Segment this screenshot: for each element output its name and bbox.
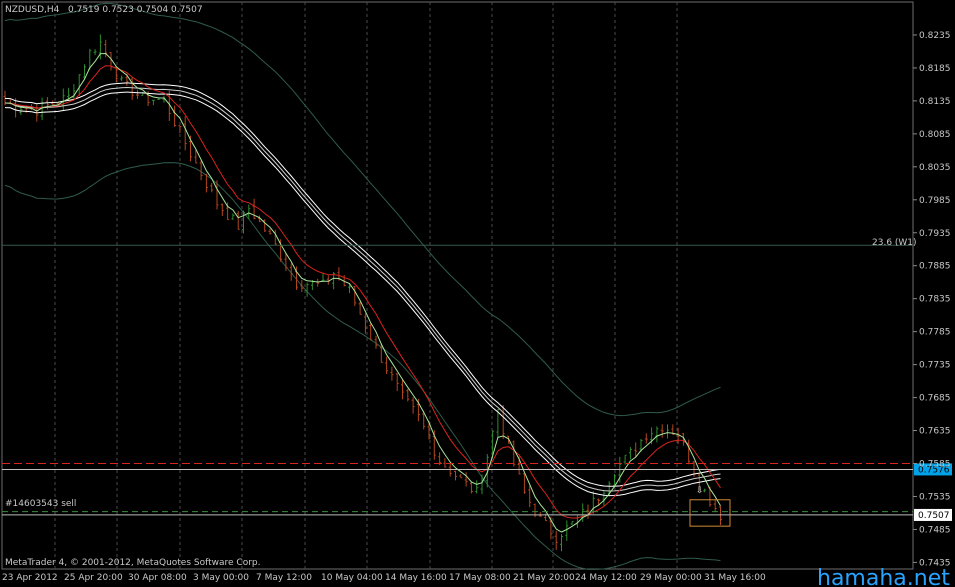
price-tick-label: 0.7985	[919, 196, 951, 206]
time-tick-label: 23 Apr 2012	[2, 573, 58, 583]
price-tick-label: 0.8035	[919, 163, 951, 173]
price-tick-label: 0.7785	[919, 328, 951, 338]
ohlc-label: 0.7519 0.7523 0.7504 0.7507	[68, 5, 203, 15]
price-tick-label: 0.8235	[919, 31, 951, 41]
price-tick-label: 0.7935	[919, 229, 951, 239]
time-tick-label: 25 Apr 20:00	[64, 573, 123, 583]
price-tick-label: 0.8185	[919, 64, 951, 74]
price-tick-label: 0.8135	[919, 97, 951, 107]
price-tick-label: 0.7735	[919, 361, 951, 371]
price-tick-label: 0.7535	[919, 492, 951, 502]
watermark-text: hamaha.net	[817, 566, 950, 587]
time-tick-label: 29 May 00:00	[640, 573, 702, 583]
time-tick-label: 24 May 12:00	[575, 573, 637, 583]
time-tick-label: 31 May 16:00	[704, 573, 766, 583]
price-tick-label: 0.7585	[919, 460, 951, 470]
arrow-icon: ⇩	[696, 486, 704, 496]
bid-price-badge-text: 0.7507	[918, 511, 950, 521]
price-tick-label: 0.7885	[919, 262, 951, 272]
copyright-label: MetaTrader 4, © 2001-2012, MetaQuotes So…	[5, 558, 261, 568]
price-tick-label: 0.8085	[919, 130, 951, 140]
price-chart[interactable]: 0.75760.7507⇩ 0.82350.81850.81350.80850.…	[0, 0, 955, 587]
order-label: #14603543 sell	[5, 499, 76, 509]
price-tick-label: 0.7635	[919, 427, 951, 437]
time-tick-label: 21 May 20:00	[513, 573, 575, 583]
time-tick-label: 3 May 00:00	[193, 573, 249, 583]
time-tick-label: 14 May 16:00	[385, 573, 447, 583]
price-tick-label: 0.7485	[919, 525, 951, 535]
time-tick-label: 7 May 12:00	[256, 573, 312, 583]
symbol-label: NZDUSD,H4	[5, 5, 60, 15]
time-tick-label: 10 May 04:00	[321, 573, 383, 583]
fib-label: 23.6 (W1)	[872, 238, 917, 248]
price-tick-label: 0.7835	[919, 295, 951, 305]
time-tick-label: 17 May 08:00	[449, 573, 511, 583]
price-tick-label: 0.7685	[919, 394, 951, 404]
time-tick-label: 30 Apr 08:00	[128, 573, 187, 583]
